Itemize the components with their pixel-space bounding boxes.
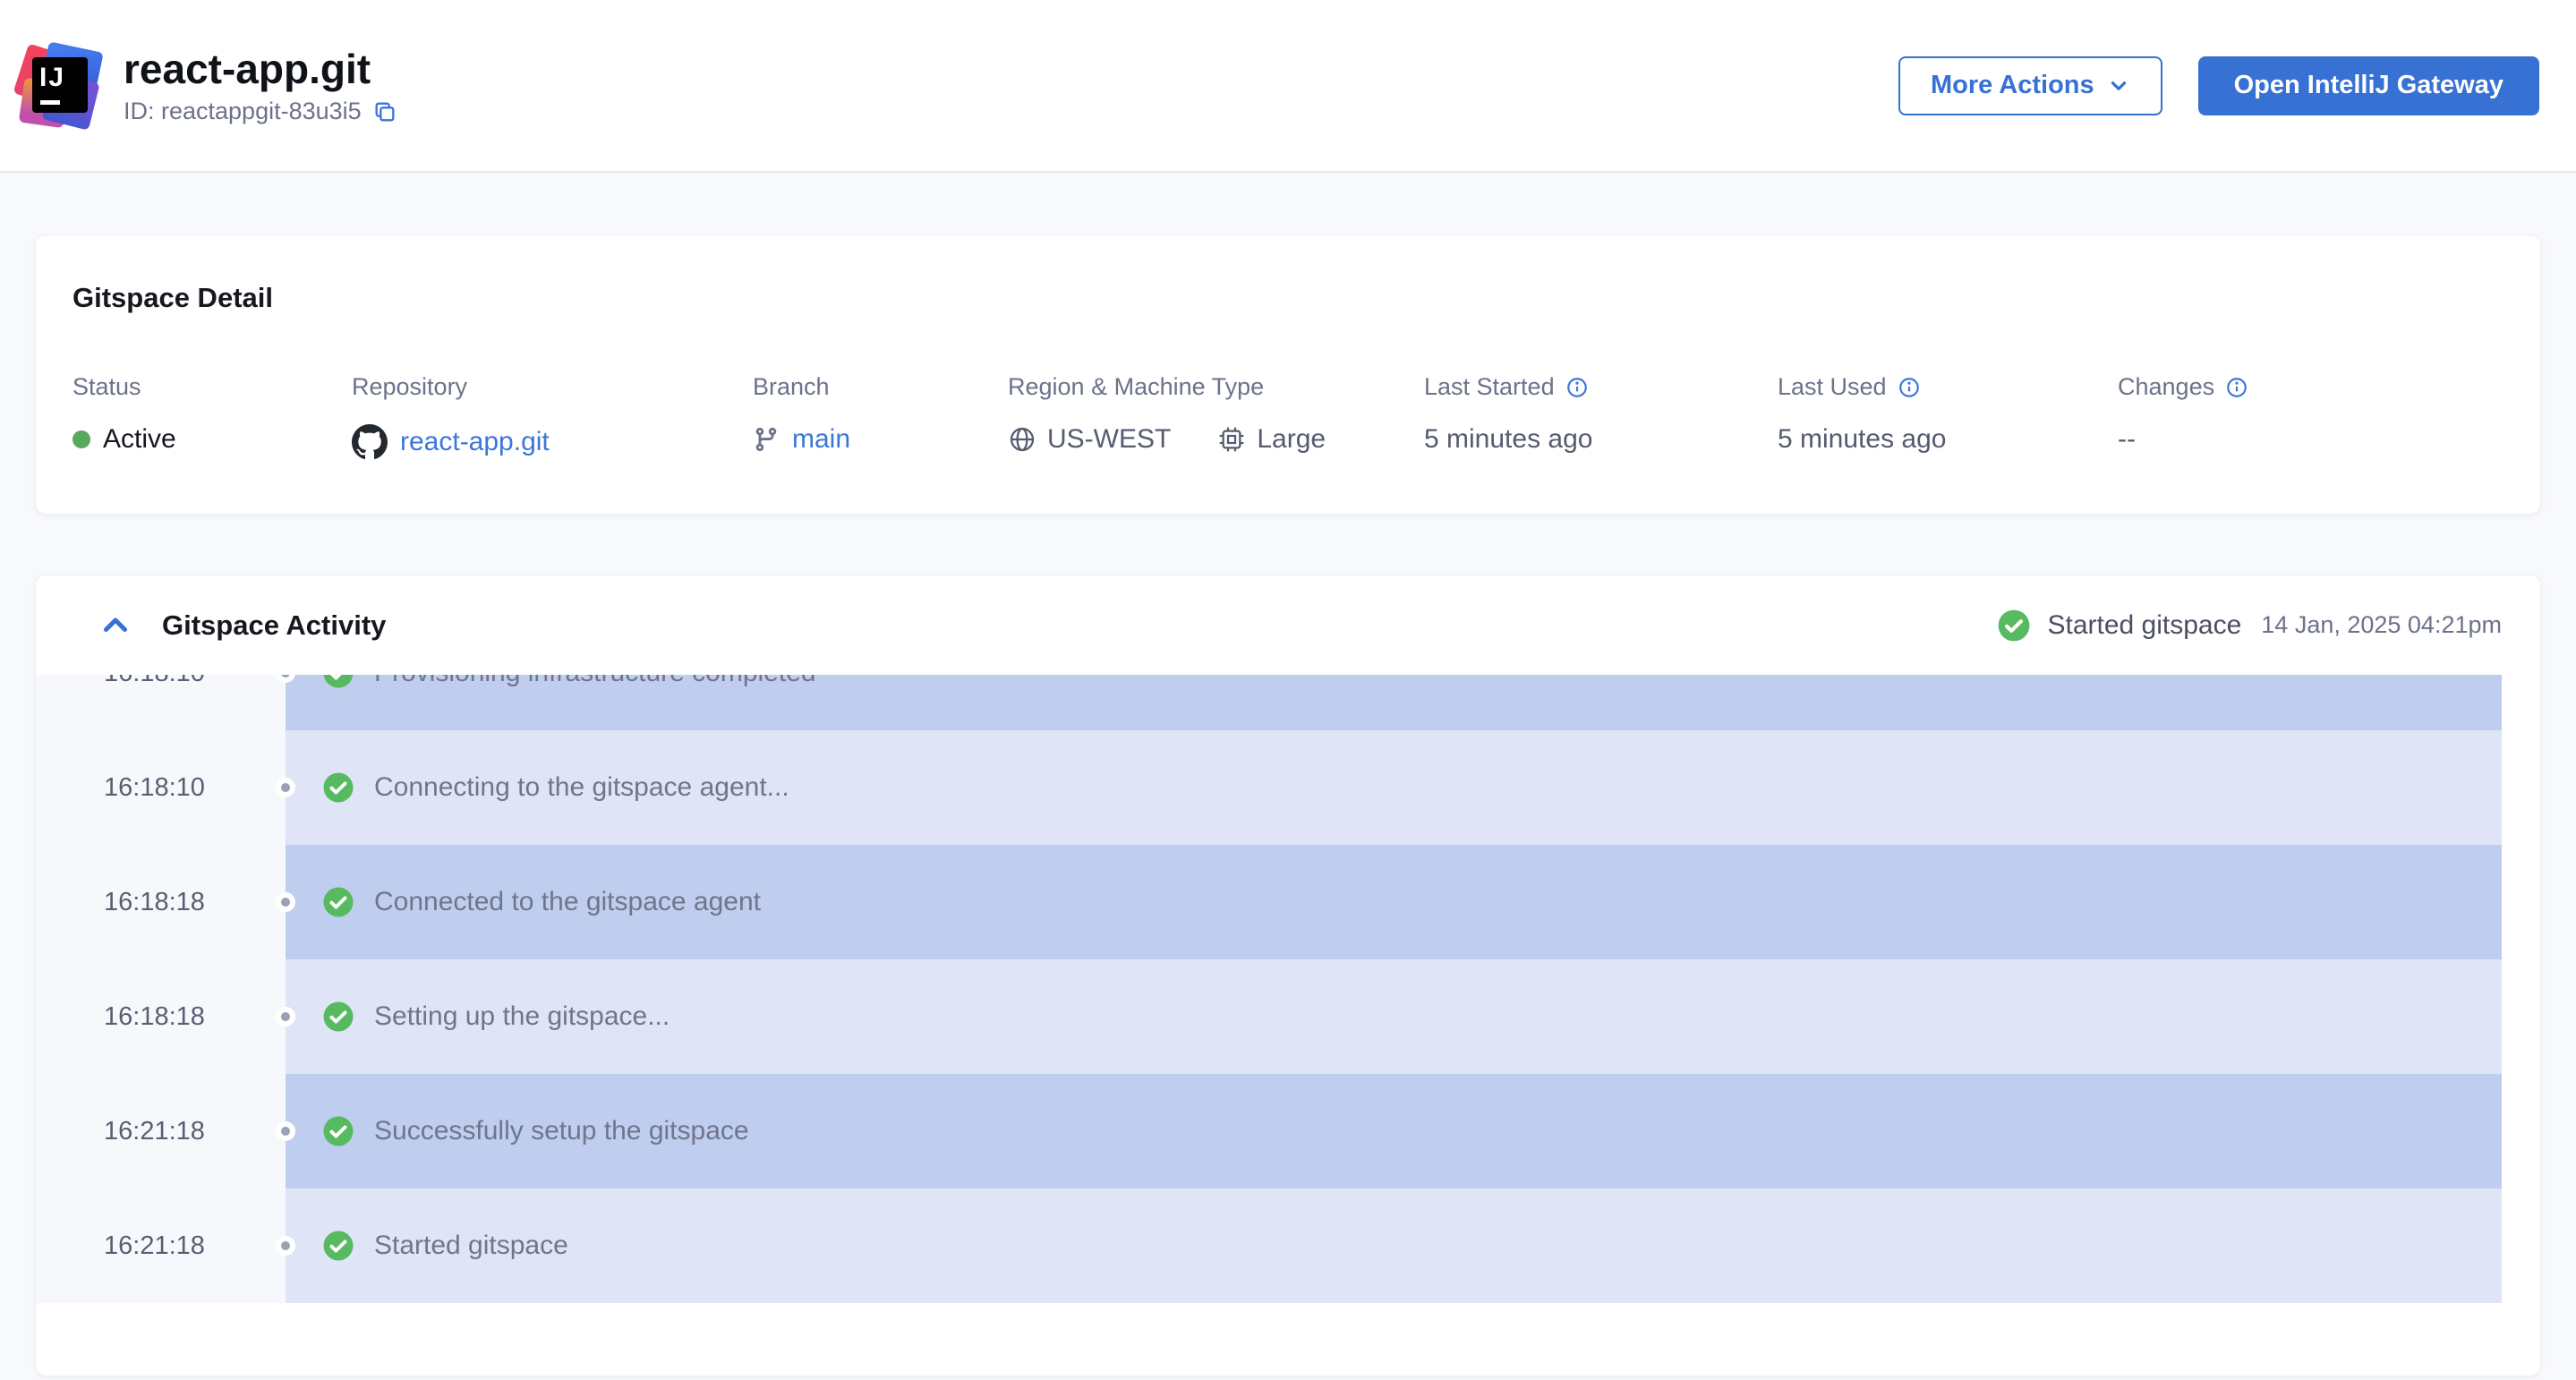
detail-card-title: Gitspace Detail — [73, 282, 2503, 314]
log-message: Successfully setup the gitspace — [374, 1116, 749, 1146]
gitspace-detail-card: Gitspace Detail Status Active Repository… — [35, 234, 2541, 515]
log-message: Connecting to the gitspace agent... — [374, 772, 789, 803]
info-icon[interactable] — [2225, 376, 2248, 399]
repository-link[interactable]: react-app.git — [400, 427, 550, 457]
log-message-band: Connecting to the gitspace agent... — [286, 730, 2502, 845]
log-message: Provisioning infrastructure completed — [374, 675, 816, 688]
log-time: 16:18:10 — [36, 730, 286, 845]
log-message-band: Connected to the gitspace agent — [286, 845, 2502, 959]
log-time: 16:18:18 — [36, 845, 286, 959]
changes-value: -- — [2118, 424, 2136, 455]
activity-log-row: 16:18:10 Connecting to the gitspace agen… — [36, 730, 2540, 845]
activity-log-row: 16:18:10 Provisioning infrastructure com… — [36, 675, 2540, 730]
machine-type-value: Large — [1257, 424, 1326, 455]
activity-log-row: 16:18:18 Connected to the gitspace agent — [36, 845, 2540, 959]
log-message-band: Setting up the gitspace... — [286, 959, 2502, 1074]
log-message: Started gitspace — [374, 1231, 568, 1261]
log-message-band: Started gitspace — [286, 1188, 2502, 1303]
chevron-down-icon — [2107, 74, 2130, 98]
log-message: Connected to the gitspace agent — [374, 887, 761, 917]
repository-label: Repository — [352, 373, 753, 401]
timeline-dot-icon — [276, 778, 295, 797]
timeline-dot-icon — [276, 892, 295, 912]
activity-log-list: 16:18:10 Provisioning infrastructure com… — [36, 675, 2540, 1303]
log-message-band: Successfully setup the gitspace — [286, 1074, 2502, 1188]
last-used-label: Last Used — [1778, 373, 1887, 401]
chevron-up-icon[interactable] — [99, 609, 132, 642]
intellij-idea-logo-icon: IJ — [20, 45, 102, 127]
github-icon — [352, 424, 388, 460]
page-header: IJ react-app.git ID: reactappgit-83u3i5 … — [0, 0, 2576, 173]
timeline-dot-icon — [276, 1236, 295, 1256]
page-title: react-app.git — [124, 46, 397, 93]
branch-link[interactable]: main — [792, 424, 850, 455]
git-branch-icon — [753, 426, 780, 453]
info-icon[interactable] — [1898, 376, 1921, 399]
changes-label: Changes — [2118, 373, 2214, 401]
log-time: 16:21:18 — [36, 1188, 286, 1303]
check-circle-icon — [322, 1115, 354, 1147]
log-message-band: Provisioning infrastructure completed — [286, 675, 2502, 730]
open-intellij-gateway-button[interactable]: Open IntelliJ Gateway — [2198, 56, 2539, 115]
activity-status-text: Started gitspace — [2047, 610, 2241, 641]
field-last-used: Last Used 5 minutes ago — [1778, 373, 2118, 460]
more-actions-label: More Actions — [1931, 71, 2094, 100]
logo-monogram: IJ — [32, 57, 88, 113]
field-last-started: Last Started 5 minutes ago — [1424, 373, 1778, 460]
field-changes: Changes -- — [2118, 373, 2503, 460]
field-branch: Branch main — [753, 373, 1008, 460]
log-message: Setting up the gitspace... — [374, 1001, 670, 1032]
info-icon[interactable] — [1565, 376, 1589, 399]
check-circle-icon — [322, 1230, 354, 1262]
check-circle-icon — [322, 886, 354, 918]
activity-title: Gitspace Activity — [162, 609, 386, 642]
more-actions-button[interactable]: More Actions — [1898, 56, 2162, 115]
log-time: 16:18:18 — [36, 959, 286, 1074]
status-value: Active — [103, 424, 176, 455]
last-started-value: 5 minutes ago — [1424, 424, 1592, 455]
activity-header: Gitspace Activity Started gitspace 14 Ja… — [36, 575, 2540, 675]
open-gateway-label: Open IntelliJ Gateway — [2234, 71, 2503, 100]
check-circle-icon — [322, 675, 354, 689]
gitspace-activity-card: Gitspace Activity Started gitspace 14 Ja… — [35, 575, 2541, 1376]
activity-log-row: 16:21:18 Successfully setup the gitspace — [36, 1074, 2540, 1188]
field-repository: Repository react-app.git — [352, 373, 753, 460]
globe-icon — [1008, 425, 1036, 454]
activity-status-badge: Started gitspace — [1997, 609, 2241, 643]
main-content: Gitspace Detail Status Active Repository… — [0, 173, 2576, 1376]
status-active-dot-icon — [73, 430, 90, 448]
region-value: US-WEST — [1047, 424, 1171, 455]
timeline-dot-icon — [276, 1007, 295, 1026]
activity-log-scroll-area[interactable]: 16:18:10 Provisioning infrastructure com… — [36, 675, 2540, 1303]
cpu-icon — [1217, 425, 1246, 454]
last-started-label: Last Started — [1424, 373, 1555, 401]
branch-label: Branch — [753, 373, 1008, 401]
status-label: Status — [73, 373, 352, 401]
log-time: 16:21:18 — [36, 1074, 286, 1188]
activity-log-row: 16:21:18 Started gitspace — [36, 1188, 2540, 1303]
field-status: Status Active — [73, 373, 352, 460]
check-circle-icon — [322, 1001, 354, 1033]
region-machine-label: Region & Machine Type — [1008, 373, 1424, 401]
check-circle-icon — [322, 771, 354, 804]
activity-log-row: 16:18:18 Setting up the gitspace... — [36, 959, 2540, 1074]
gitspace-id-text: ID: reactappgit-83u3i5 — [124, 98, 362, 125]
timeline-dot-icon — [276, 1121, 295, 1141]
copy-icon[interactable] — [372, 99, 397, 124]
check-circle-icon — [1997, 609, 2031, 643]
field-region-machine: Region & Machine Type US-WEST — [1008, 373, 1424, 460]
last-used-value: 5 minutes ago — [1778, 424, 1946, 455]
log-time: 16:18:10 — [36, 675, 286, 730]
activity-timestamp: 14 Jan, 2025 04:21pm — [2261, 611, 2502, 639]
